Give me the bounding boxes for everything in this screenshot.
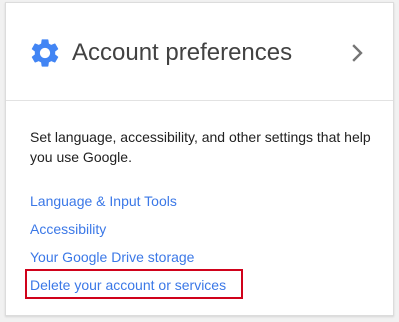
google-drive-storage-link[interactable]: Your Google Drive storage <box>30 247 194 267</box>
account-preferences-card: Account preferences Set language, access… <box>5 2 394 316</box>
language-input-tools-link[interactable]: Language & Input Tools <box>30 191 177 211</box>
card-header[interactable]: Account preferences <box>6 3 393 101</box>
card-description: Set language, accessibility, and other s… <box>30 129 371 165</box>
delete-account-link[interactable]: Delete your account or services <box>30 275 226 295</box>
accessibility-link[interactable]: Accessibility <box>30 219 106 239</box>
card-title: Account preferences <box>72 39 293 66</box>
gear-icon <box>31 39 59 67</box>
chevron-right-icon[interactable] <box>349 41 367 65</box>
